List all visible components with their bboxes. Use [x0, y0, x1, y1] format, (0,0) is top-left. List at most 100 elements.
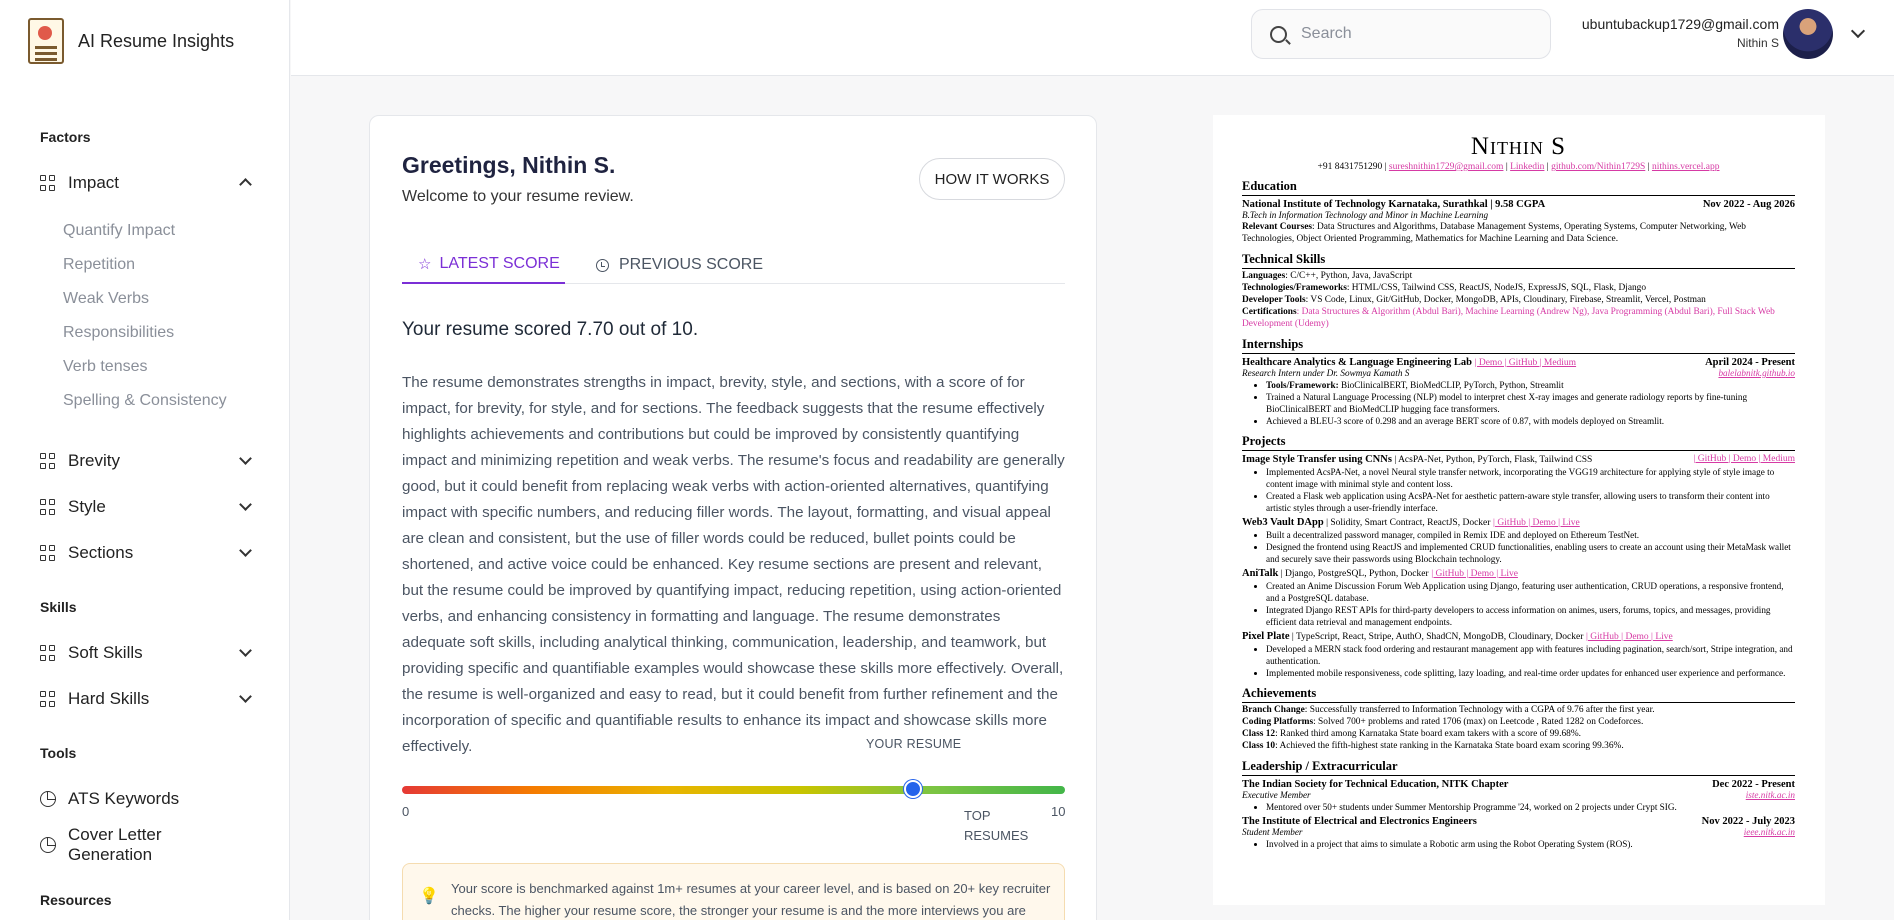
score-summary: The resume demonstrates strengths in imp… [402, 374, 1065, 755]
how-it-works-button[interactable]: HOW IT WORKS [919, 158, 1065, 200]
resume-project-links[interactable]: | GitHub | Demo | Live [1493, 518, 1580, 528]
resume-project-stack: | TypeScript, React, Stripe, AuthO, Shad… [1289, 632, 1584, 642]
resume-project-links[interactable]: | GitHub | Demo | Live [1586, 632, 1673, 642]
sidebar-item-responsibilities[interactable]: Responsibilities [63, 324, 174, 342]
grid-icon [40, 499, 56, 515]
brand-name: AI Resume Insights [78, 30, 235, 51]
sidebar-group-sections[interactable]: Sections [40, 538, 252, 568]
sidebar-group-label: Impact [68, 173, 120, 192]
resume-leadership-role: Executive Member [1242, 790, 1311, 800]
review-card: Greetings, Nithin S. Welcome to your res… [369, 115, 1097, 920]
tab-latest-score[interactable]: ☆ LATEST SCORE [402, 246, 565, 284]
resume-project-links[interactable]: | GitHub | Demo | Live [1431, 569, 1518, 579]
resume-website-link[interactable]: nithins.vercel.app [1652, 162, 1720, 172]
resume-edu-row: National Institute of Technology Karnata… [1242, 199, 1795, 210]
resume-linkedin-link[interactable]: Linkedin [1510, 162, 1544, 172]
resume-leadership-site[interactable]: ieee.nitk.ac.in [1744, 827, 1795, 837]
lightbulb-icon: 💡 [419, 888, 439, 905]
sidebar-group-soft-skills[interactable]: Soft Skills [40, 638, 252, 668]
resume-skill-text: : HTML/CSS, Tailwind CSS, ReactJS, NodeJ… [1346, 283, 1647, 293]
chevron-down-icon [239, 690, 252, 703]
resume-project-row: Pixel Plate | TypeScript, React, Stripe,… [1242, 631, 1795, 642]
resume-project-title: Web3 Vault DApp [1242, 517, 1324, 528]
resume-preview: Nithin S +91 8431751290 | sureshnithin17… [1213, 115, 1825, 905]
sidebar-group-impact[interactable]: Impact [40, 168, 252, 198]
resume-edu-school: National Institute of Technology Karnata… [1242, 199, 1546, 210]
app-root: AI Resume Insights Factors Impact Quanti… [0, 0, 1894, 920]
tab-previous-score[interactable]: PREVIOUS SCORE [596, 246, 763, 284]
resume-intern-site[interactable]: balelabnitk.github.io [1718, 368, 1795, 378]
resume-leadership-row: The Institute of Electrical and Electron… [1242, 816, 1795, 827]
score-marker [903, 780, 922, 798]
sidebar-group-label: Style [68, 497, 106, 516]
resume-project-row: Web3 Vault DApp | Solidity, Smart Contra… [1242, 517, 1795, 528]
sidebar-item-ats-keywords[interactable]: ATS Keywords [40, 784, 250, 814]
resume-project-bullets: Implemented AcsPA-Net, a novel Neural st… [1242, 466, 1795, 514]
grid-icon [40, 645, 56, 661]
scale-top-resumes-label: TOP RESUMES [964, 808, 1029, 843]
resume-project-title: AniTalk [1242, 568, 1279, 579]
resume-bullet-label: Tools/Framework: [1266, 380, 1339, 390]
resume-contact: +91 8431751290 | sureshnithin1729@gmail.… [1317, 162, 1720, 172]
resume-intern-links[interactable]: | Demo | GitHub | Medium [1475, 358, 1577, 368]
history-icon [596, 258, 609, 272]
your-resume-label: YOUR RESUME [866, 737, 962, 751]
search-box[interactable] [1251, 9, 1551, 59]
sidebar-item-cover-letter[interactable]: Cover Letter Generation [40, 825, 250, 864]
resume-courses-label: Relevant Courses [1242, 222, 1313, 232]
resume-skill-frameworks: Technologies/Frameworks: HTML/CSS, Tailw… [1242, 282, 1795, 294]
resume-edu-degree: B.Tech in Information Technology and Min… [1242, 210, 1795, 220]
resume-leadership-role-row: Student Member ieee.nitk.ac.in [1242, 827, 1795, 837]
resume-skill-label: Technologies/Frameworks [1242, 283, 1347, 293]
score-line: Your resume scored 7.70 out of 10. [402, 319, 699, 340]
sidebar-item-weak-verbs[interactable]: Weak Verbs [63, 290, 149, 308]
avatar[interactable] [1783, 9, 1833, 59]
resume-github-link[interactable]: github.com/Nithin1729S [1551, 162, 1645, 172]
resume-skill-label: Developer Tools [1242, 295, 1306, 305]
resume-edu-date: Nov 2022 - Aug 2026 [1702, 199, 1795, 210]
resume-achievement-label: Coding Platforms [1242, 717, 1314, 727]
resume-project-bullets: Built a decentralized password manager, … [1242, 529, 1795, 565]
sidebar-group-brevity[interactable]: Brevity [40, 446, 252, 476]
list-item: Implemented mobile responsiveness, code … [1266, 667, 1795, 679]
resume-phone: +91 8431751290 | [1317, 162, 1387, 172]
resume-leadership-bullets: Involved in a project that aims to simul… [1242, 838, 1795, 850]
search-icon [1270, 25, 1287, 43]
search-input[interactable] [1301, 25, 1521, 43]
resume-intern-date: April 2024 - Present [1705, 357, 1795, 368]
resume-project-stack: | Django, PostgreSQL, Python, Docker [1278, 569, 1429, 579]
resume-skill-text: : Data Structures & Algorithm (Abdul Bar… [1242, 307, 1775, 329]
sidebar-group-style[interactable]: Style [40, 492, 252, 522]
sidebar-item-repetition[interactable]: Repetition [63, 256, 135, 274]
chevron-down-icon [239, 644, 252, 657]
resume-courses-text: : Data Structures and Algorithms, Databa… [1242, 222, 1746, 244]
brand[interactable]: AI Resume Insights [28, 18, 234, 64]
list-item: Created an Anime Discussion Forum Web Ap… [1266, 580, 1795, 604]
pie-chart-icon [40, 791, 56, 807]
resume-achievement-label: Class 10 [1242, 741, 1276, 751]
sidebar-item-verb-tenses[interactable]: Verb tenses [63, 358, 148, 376]
resume-intern-role-row: Research Intern under Dr. Sowmya Kamath … [1242, 368, 1795, 378]
sidebar: AI Resume Insights Factors Impact Quanti… [0, 0, 290, 920]
chevron-up-icon [239, 178, 252, 191]
sidebar-group-hard-skills[interactable]: Hard Skills [40, 684, 252, 714]
list-item: Developed a MERN stack food ordering and… [1266, 643, 1795, 667]
sidebar-group-label: Sections [68, 543, 134, 562]
resume-edu-courses: Relevant Courses: Data Structures and Al… [1242, 221, 1795, 245]
grid-icon [40, 545, 56, 561]
resume-leadership-site[interactable]: iste.nitk.ac.in [1746, 790, 1795, 800]
sidebar-item-quantify-impact[interactable]: Quantify Impact [63, 222, 175, 240]
user-email: ubuntubackup1729@gmail.com [1581, 16, 1779, 32]
resume-intern-row: Healthcare Analytics & Language Engineer… [1242, 357, 1795, 368]
resume-skill-languages: Languages: C/C++, Python, Java, JavaScri… [1242, 270, 1795, 282]
resume-intern-bullets: Tools/Framework: BioClinicalBERT, BioMed… [1242, 379, 1795, 427]
user-info[interactable]: ubuntubackup1729@gmail.com Nithin S [1579, 16, 1779, 50]
chevron-down-icon[interactable] [1850, 23, 1866, 39]
resume-project-bullets: Developed a MERN stack food ordering and… [1242, 643, 1795, 679]
resume-email-link[interactable]: sureshnithin1729@gmail.com [1389, 162, 1504, 172]
resume-achievement-text: : Solved 700+ problems and rated 1706 (m… [1313, 717, 1644, 727]
resume-project-links[interactable]: | GitHub | Demo | Medium [1694, 454, 1796, 465]
sidebar-item-spelling-consistency[interactable]: Spelling & Consistency [63, 392, 227, 410]
score-tabs: ☆ LATEST SCORE PREVIOUS SCORE [402, 246, 1065, 284]
benchmark-note-text: Your score is benchmarked against 1m+ re… [451, 881, 1051, 918]
